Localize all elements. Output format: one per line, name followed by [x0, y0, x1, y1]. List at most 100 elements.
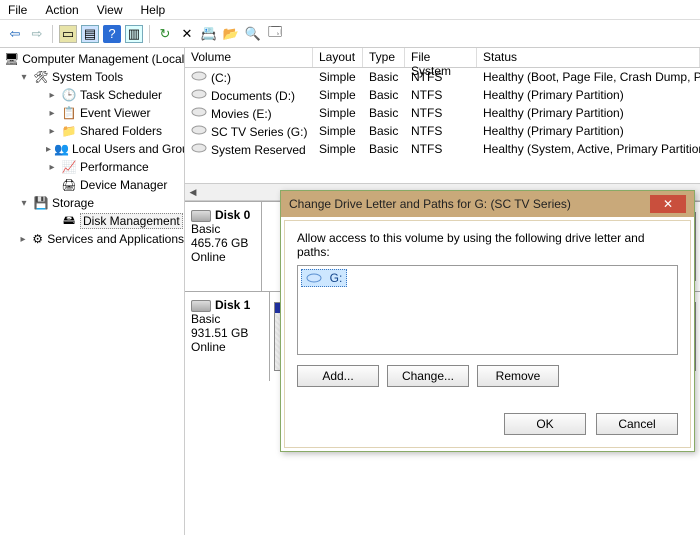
refresh-icon[interactable]: ↻	[156, 25, 174, 43]
menu-help[interactable]: Help	[141, 3, 166, 17]
tree-root[interactable]: 🖥 Computer Management (Local	[4, 50, 184, 68]
add-button[interactable]: Add...	[297, 365, 379, 387]
chevron-down-icon[interactable]: ▾	[18, 198, 30, 209]
disk-mgmt-icon: 🖴	[61, 213, 77, 229]
chevron-right-icon[interactable]: ▸	[46, 162, 58, 173]
tree-disk-management[interactable]: 🖴 Disk Management	[4, 212, 184, 230]
nav-tree: 🖥 Computer Management (Local ▾ 🛠 System …	[0, 48, 185, 535]
path-item-selected[interactable]: G:	[301, 269, 347, 287]
disk-type: Basic	[191, 222, 220, 236]
tree-root-label: Computer Management (Local	[22, 52, 184, 66]
disk-size: 931.51 GB	[191, 326, 248, 340]
volume-row[interactable]: Movies (E:)SimpleBasicNTFSHealthy (Prima…	[185, 104, 700, 122]
users-icon: 👥	[54, 141, 69, 157]
tree-label: Storage	[52, 196, 94, 210]
col-type[interactable]: Type	[363, 48, 405, 67]
volume-list[interactable]: (C:)SimpleBasicNTFSHealthy (Boot, Page F…	[185, 68, 700, 183]
volume-row[interactable]: System ReservedSimpleBasicNTFSHealthy (S…	[185, 140, 700, 158]
scroll-left-icon[interactable]: ◀	[185, 187, 201, 198]
tree-label: Local Users and Groups	[72, 142, 185, 156]
menubar: File Action View Help	[0, 0, 700, 20]
chevron-right-icon[interactable]: ▸	[46, 126, 58, 137]
ok-button[interactable]: OK	[504, 413, 586, 435]
help-icon[interactable]: ?	[103, 25, 121, 43]
volume-row[interactable]: SC TV Series (G:)SimpleBasicNTFSHealthy …	[185, 122, 700, 140]
tree-label: Task Scheduler	[80, 88, 162, 102]
tree-label-selected: Disk Management	[80, 213, 183, 229]
tree-label: Device Manager	[80, 178, 167, 192]
tree-label: Services and Applications	[47, 232, 184, 246]
tree-label: Event Viewer	[80, 106, 150, 120]
col-fs[interactable]: File System	[405, 48, 477, 67]
disk-info: Disk 0 Basic 465.76 GB Online	[185, 202, 262, 291]
tree-task-scheduler[interactable]: ▸ 🕒 Task Scheduler	[4, 86, 184, 104]
clock-icon: 🕒	[61, 87, 77, 103]
path-item-label: G:	[330, 271, 343, 285]
folder-open-icon[interactable]: 📂	[222, 25, 240, 43]
tree-local-users[interactable]: ▸ 👥 Local Users and Groups	[4, 140, 184, 158]
dialog-title: Change Drive Letter and Paths for G: (SC…	[289, 197, 571, 211]
menu-action[interactable]: Action	[45, 3, 78, 17]
chevron-right-icon[interactable]: ▸	[46, 144, 51, 155]
volume-list-header: Volume Layout Type File System Status	[185, 48, 700, 68]
storage-icon: 💾	[33, 195, 49, 211]
tree-performance[interactable]: ▸ 📈 Performance	[4, 158, 184, 176]
settings-icon[interactable]: 🗔	[266, 25, 284, 43]
col-layout[interactable]: Layout	[313, 48, 363, 67]
forward-icon[interactable]: ⇨	[28, 25, 46, 43]
properties-icon[interactable]: ▤	[81, 25, 99, 43]
delete-icon[interactable]: ✕	[178, 25, 196, 43]
drive-icon	[191, 142, 207, 154]
disk-size: 465.76 GB	[191, 236, 248, 250]
tree-shared-folders[interactable]: ▸ 📁 Shared Folders	[4, 122, 184, 140]
change-button[interactable]: Change...	[387, 365, 469, 387]
chevron-right-icon[interactable]: ▸	[18, 234, 28, 245]
chevron-right-icon[interactable]: ▸	[46, 90, 58, 101]
col-volume[interactable]: Volume	[185, 48, 313, 67]
rescan-icon[interactable]: 📇	[200, 25, 218, 43]
event-icon: 📋	[61, 105, 77, 121]
disk-type: Basic	[191, 312, 220, 326]
tree-services-apps[interactable]: ▸ ⚙ Services and Applications	[4, 230, 184, 248]
menu-view[interactable]: View	[97, 3, 123, 17]
tree-label: System Tools	[52, 70, 123, 84]
remove-button[interactable]: Remove	[477, 365, 559, 387]
tree-event-viewer[interactable]: ▸ 📋 Event Viewer	[4, 104, 184, 122]
dialog-ok-row: OK Cancel	[297, 413, 678, 435]
volume-row[interactable]: Documents (D:)SimpleBasicNTFSHealthy (Pr…	[185, 86, 700, 104]
tree-label: Performance	[80, 160, 149, 174]
menu-file[interactable]: File	[8, 3, 27, 17]
back-icon[interactable]: ⇦	[6, 25, 24, 43]
show-hide-tree-icon[interactable]: ▭	[59, 25, 77, 43]
chevron-down-icon[interactable]: ▾	[18, 72, 30, 83]
disk-info: Disk 1 Basic 931.51 GB Online	[185, 292, 270, 381]
tree-label: Shared Folders	[80, 124, 162, 138]
change-drive-letter-dialog: Change Drive Letter and Paths for G: (SC…	[280, 190, 695, 452]
dialog-body: Allow access to this volume by using the…	[284, 220, 691, 448]
search-icon[interactable]: 🔍	[244, 25, 262, 43]
shared-folder-icon: 📁	[61, 123, 77, 139]
device-icon: 🖨	[61, 177, 77, 193]
close-button[interactable]: ✕	[650, 195, 686, 213]
drive-icon	[191, 70, 207, 82]
paths-listbox[interactable]: G:	[297, 265, 678, 355]
tree-storage[interactable]: ▾ 💾 Storage	[4, 194, 184, 212]
dialog-titlebar[interactable]: Change Drive Letter and Paths for G: (SC…	[281, 191, 694, 217]
col-status[interactable]: Status	[477, 48, 700, 67]
performance-icon: 📈	[61, 159, 77, 175]
toolbar-divider	[52, 25, 53, 43]
disk-state: Online	[191, 340, 226, 354]
dialog-prompt: Allow access to this volume by using the…	[297, 231, 678, 259]
view-top-icon[interactable]: ▥	[125, 25, 143, 43]
cancel-button[interactable]: Cancel	[596, 413, 678, 435]
tree-system-tools[interactable]: ▾ 🛠 System Tools	[4, 68, 184, 86]
dialog-action-row: Add... Change... Remove	[297, 365, 678, 387]
volume-row[interactable]: (C:)SimpleBasicNTFSHealthy (Boot, Page F…	[185, 68, 700, 86]
toolbar-divider-2	[149, 25, 150, 43]
disk-icon	[191, 300, 211, 312]
disk-title: Disk 1	[215, 298, 250, 312]
disk-title: Disk 0	[215, 208, 250, 222]
tree-device-manager[interactable]: 🖨 Device Manager	[4, 176, 184, 194]
tools-icon: 🛠	[33, 69, 49, 85]
chevron-right-icon[interactable]: ▸	[46, 108, 58, 119]
